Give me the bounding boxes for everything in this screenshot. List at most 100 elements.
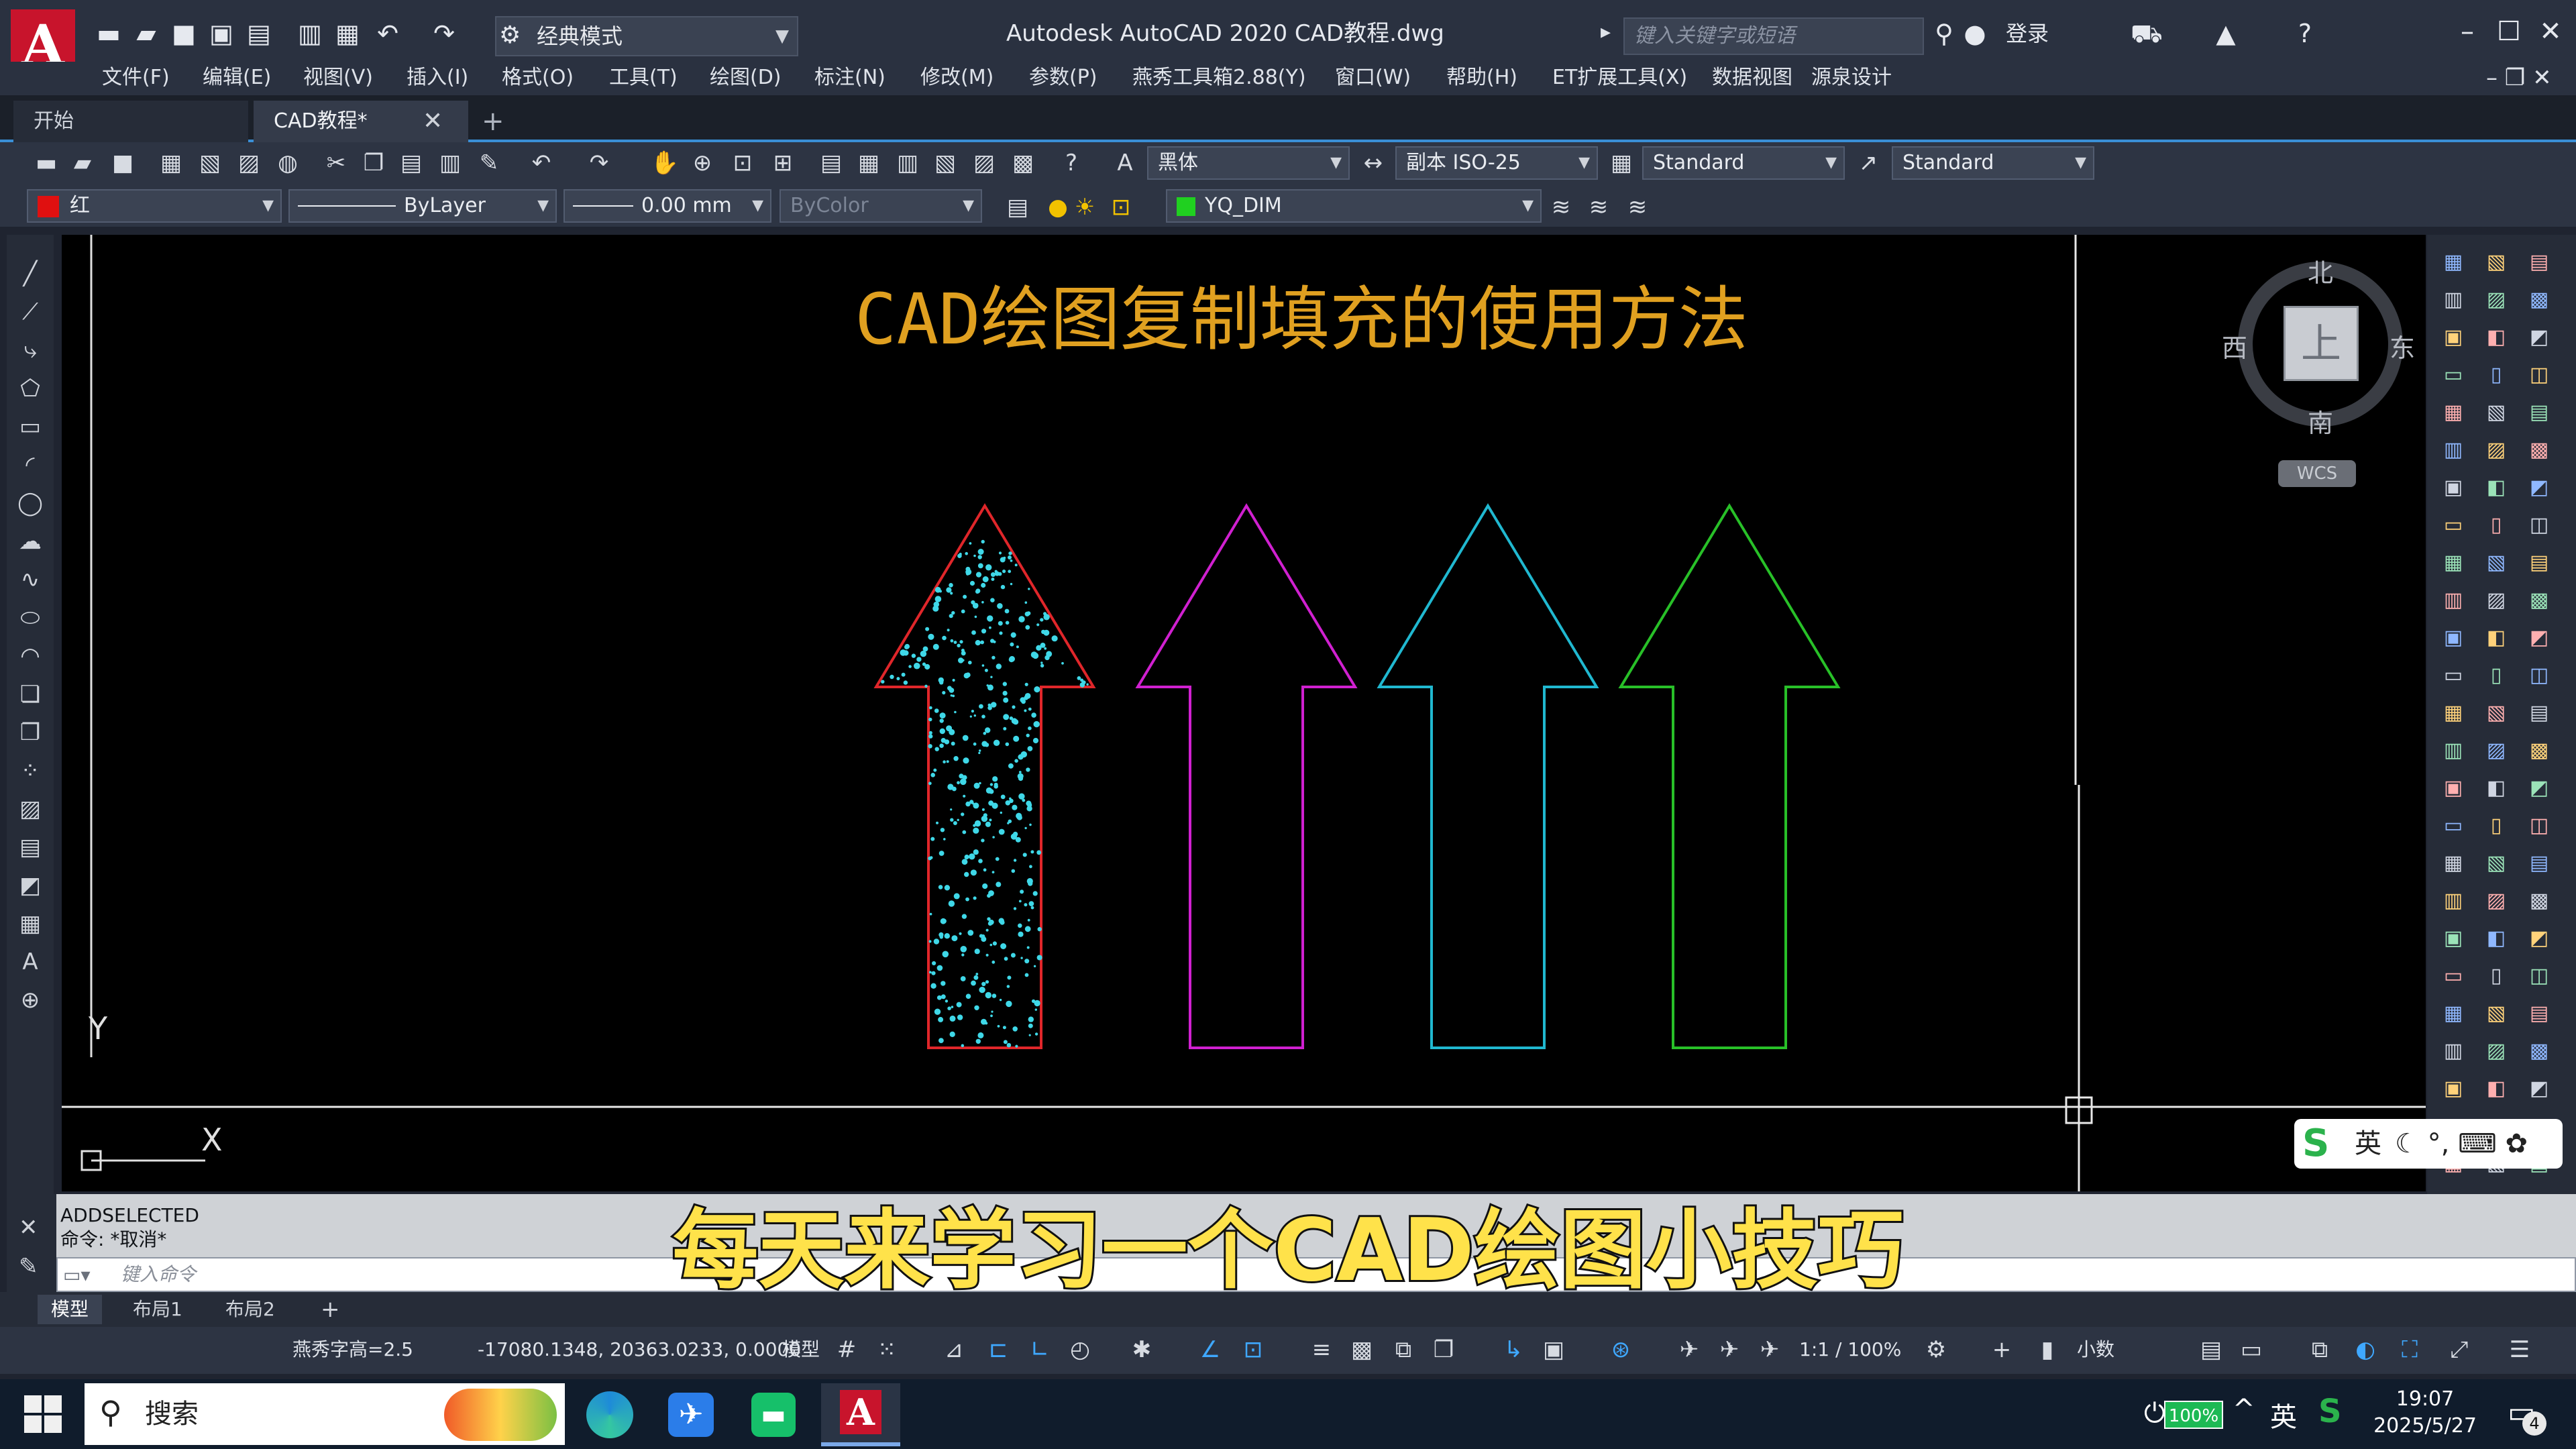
tb-calculator-icon[interactable]: ▩ [1008,148,1038,178]
menu-et-tools[interactable]: ET扩展工具(X) [1552,64,1687,91]
table-icon[interactable]: ▦ [15,905,46,943]
annotation-scale-value[interactable]: 1:1 / 100% [1799,1332,1901,1367]
ellipse-arc-icon[interactable]: ◠ [15,637,46,676]
tab-model[interactable]: 模型 [38,1295,103,1324]
doc-window-controls[interactable]: – ❐ ✕ [2486,64,2552,91]
tb-pan-icon[interactable]: ✋ [649,148,680,178]
plugin-tool-icon[interactable]: ▩ [2522,734,2556,767]
line-icon[interactable]: ╱ [15,255,46,293]
menu-dimension[interactable]: 标注(N) [814,64,885,91]
plugin-tool-icon[interactable]: ◧ [2479,321,2513,354]
menu-tools[interactable]: 工具(T) [609,64,678,91]
menu-window[interactable]: 窗口(W) [1335,64,1411,91]
lock-ui-icon[interactable]: ▭ [2237,1335,2266,1364]
plugin-tool-icon[interactable]: ▩ [2522,283,2556,317]
plot-icon[interactable]: ▦ [333,19,362,48]
make-current-layer-icon[interactable]: ≋ [1546,192,1576,223]
tb-help-icon[interactable]: ? [1056,148,1087,178]
selection-filter-icon[interactable]: ▣ [1539,1335,1568,1364]
plugin-tool-icon[interactable]: ▦ [2436,246,2470,279]
drawing-canvas[interactable]: CAD绘图复制填充的使用方法 上 北 南 西 东 WCS Y X [62,235,2426,1191]
plugin-tool-icon[interactable]: ▥ [2436,1034,2470,1068]
feishu-app-icon[interactable]: ✈ [668,1393,714,1437]
plugin-tool-icon[interactable]: ▧ [2479,246,2513,279]
plugin-tool-icon[interactable]: ◫ [2522,959,2556,993]
plugin-tool-icon[interactable]: ▣ [2436,771,2470,805]
plugin-tool-icon[interactable]: ▭ [2436,358,2470,392]
tb-tool-palette-icon[interactable]: ▥ [892,148,923,178]
units-dropdown[interactable]: 小数 [2077,1332,2114,1367]
circle-icon[interactable]: ◯ [15,484,46,523]
plugin-tool-icon[interactable]: ▤ [2522,847,2556,880]
battery-indicator[interactable]: 100% [2164,1401,2223,1429]
tb-zoom-realtime-icon[interactable]: ⊕ [687,148,718,178]
autodesk-app-icon[interactable]: ▲ [2211,19,2241,48]
layer-state-icon[interactable]: ≋ [1622,192,1653,223]
windows-start-icon[interactable] [24,1395,62,1433]
plugin-tool-icon[interactable]: ▨ [2479,283,2513,317]
quick-properties-icon[interactable]: ▤ [2196,1335,2226,1364]
plugin-tool-icon[interactable]: ◩ [2522,1072,2556,1106]
polyline-icon[interactable]: ⤷ [15,331,46,370]
save-as-icon[interactable]: ▣ [207,19,236,48]
menu-insert[interactable]: 插入(I) [407,64,468,91]
taskbar-autocad-active[interactable]: A [821,1383,900,1446]
plugin-tool-icon[interactable]: ◩ [2522,621,2556,655]
layer-previous-icon[interactable]: ≋ [1583,192,1614,223]
arrow-magenta[interactable] [1135,503,1358,1049]
tb-publish-icon[interactable]: ▨ [233,148,264,178]
table-style-dropdown[interactable]: Standard ▼ [1642,146,1845,180]
ellipse-icon[interactable]: ⬭ [15,599,46,637]
plugin-tool-icon[interactable]: ▧ [2479,696,2513,730]
annotation-monitor-plus-icon[interactable]: + [1987,1335,2017,1364]
revision-cloud-icon[interactable]: ☁ [15,523,46,561]
ortho-icon[interactable]: ∟ [1025,1335,1055,1364]
edge-browser-icon[interactable] [586,1391,633,1438]
menu-yanxiu[interactable]: 燕秀工具箱2.88(Y) [1132,64,1306,91]
isolate-objects-icon[interactable]: ⧉ [2305,1335,2334,1364]
color-dropdown[interactable]: 红 ▼ [27,189,282,223]
selection-cycling-icon[interactable]: ⧉ [1389,1335,1418,1364]
chevron-right-icon[interactable]: ▸ [1601,20,1611,44]
plugin-tool-icon[interactable]: ◧ [2479,471,2513,504]
tb-zoom-previous-icon[interactable]: ⊞ [767,148,798,178]
tb-brush-icon[interactable]: ✎ [474,148,504,178]
plugin-tool-icon[interactable]: ▣ [2436,321,2470,354]
binoculars-icon[interactable]: ⚲ [1929,19,1959,48]
menu-parametric[interactable]: 参数(P) [1029,64,1097,91]
plugin-tool-icon[interactable]: ▭ [2436,508,2470,542]
plugin-tool-icon[interactable]: ▧ [2479,396,2513,429]
menu-yuanquan[interactable]: 源泉设计 [1811,64,1892,91]
gizmo-icon[interactable]: ⊛ [1606,1335,1635,1364]
menu-data-view[interactable]: 数据视图 [1712,64,1792,91]
help-icon[interactable]: ? [2290,19,2320,48]
layer-lock-icon[interactable]: ⊡ [1106,192,1136,223]
plugin-tool-icon[interactable]: ▨ [2479,584,2513,617]
plugin-tool-icon[interactable]: ▭ [2436,959,2470,993]
make-block-icon[interactable]: ❐ [15,714,46,752]
plugin-tool-icon[interactable]: ▭ [2436,659,2470,692]
mtext-icon[interactable]: A [15,943,46,981]
tb-paste-icon[interactable]: ▤ [396,148,427,178]
clock-time[interactable]: 19:07 [2375,1386,2475,1413]
save-icon[interactable]: ■ [169,19,199,48]
tb-dim-style-icon[interactable]: ↔ [1358,148,1389,178]
wcs-menu[interactable]: WCS [2278,460,2356,487]
plugin-tool-icon[interactable]: ▩ [2522,433,2556,467]
linetype-dropdown[interactable]: ByLayer ▼ [288,189,557,223]
plugin-tool-icon[interactable]: ▦ [2436,396,2470,429]
plugin-tool-icon[interactable]: ▦ [2436,847,2470,880]
tb-table-style-icon[interactable]: ▦ [1606,148,1637,178]
sogou-tray-icon[interactable]: S [2318,1393,2342,1430]
tb-match-icon[interactable]: ▥ [435,148,466,178]
tb-markup-icon[interactable]: ▨ [969,148,1000,178]
menu-modify[interactable]: 修改(M) [920,64,994,91]
tb-new-icon[interactable]: ▬ [31,148,62,178]
plugin-tool-icon[interactable]: ◧ [2479,621,2513,655]
open-web-icon[interactable]: ▤ [244,19,274,48]
tab-layout2[interactable]: 布局2 [212,1295,288,1324]
plugin-tool-icon[interactable]: ▦ [2436,997,2470,1030]
viewcube-east[interactable]: 东 [2390,327,2415,364]
plugin-tool-icon[interactable]: ▦ [2436,546,2470,580]
tb-sheet-set-icon[interactable]: ▧ [930,148,961,178]
